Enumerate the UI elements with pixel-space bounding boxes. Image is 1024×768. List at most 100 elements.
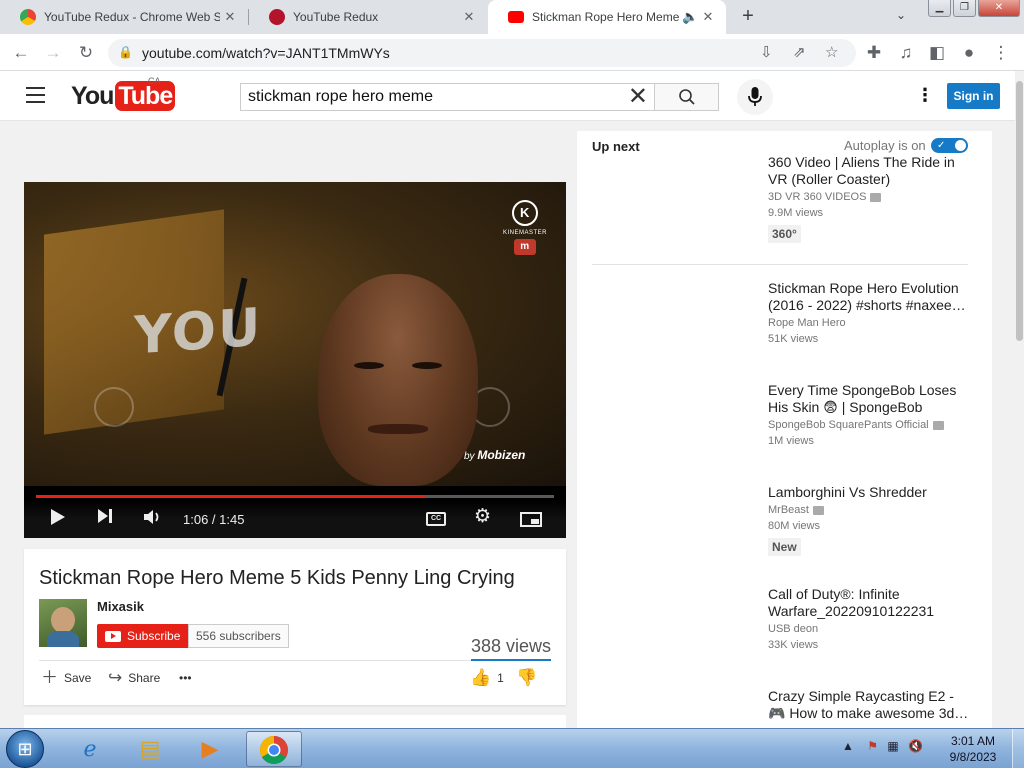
miniplayer-button[interactable]: [520, 512, 542, 527]
rec-views: 1M views: [768, 435, 814, 447]
rec-channel-name: Rope Man Hero: [768, 317, 846, 329]
back-arrow-icon[interactable]: ←: [10, 42, 32, 64]
hamburger-menu-icon[interactable]: [26, 87, 45, 103]
view-count: 388 views: [471, 636, 552, 656]
system-clock[interactable]: 3:01 AM 9/8/2023: [940, 733, 1006, 765]
sign-in-button[interactable]: Sign in: [947, 83, 1000, 109]
dislike-button[interactable]: 👎: [516, 669, 543, 686]
maximize-button[interactable]: ❐: [953, 0, 976, 17]
next-button[interactable]: [97, 508, 113, 530]
play-icon: [51, 509, 65, 525]
share-page-icon[interactable]: ⇗: [793, 43, 806, 61]
close-window-button[interactable]: ✕: [978, 0, 1020, 17]
face-eye: [412, 362, 442, 369]
rec-views: 51K views: [768, 333, 819, 345]
channel-avatar[interactable]: [39, 599, 87, 647]
toggle-knob: [955, 140, 966, 151]
bookmark-star-icon[interactable]: ☆: [825, 43, 838, 61]
tab-search-chevron-icon[interactable]: ⌄: [896, 8, 906, 22]
youtube-logo[interactable]: You Tube CA: [71, 76, 176, 112]
subtitles-button[interactable]: CC: [426, 512, 446, 526]
tab-youtube-redux-webstore[interactable]: YouTube Redux - Chrome Web St ✕: [0, 0, 248, 34]
settings-kebab-icon[interactable]: ⋮: [916, 86, 934, 104]
mobizen-prefix: by: [464, 451, 475, 462]
clear-search-icon[interactable]: ✕: [628, 84, 648, 110]
recommendation-item[interactable]: Crazy Simple Raycasting E2 - 🎮 How to ma…: [768, 688, 973, 722]
like-button[interactable]: 👍 1: [470, 669, 504, 686]
reload-icon[interactable]: ↻: [75, 42, 97, 64]
minimize-button[interactable]: ▁: [928, 0, 951, 17]
rec-channel-name: 3D VR 360 VIDEOS: [768, 191, 867, 203]
settings-gear-icon[interactable]: ⚙: [474, 507, 491, 527]
address-bar[interactable]: 🔒 youtube.com/watch?v=JANT1TMmWYs ⇩ ⇗ ☆: [108, 39, 856, 67]
tab-close-icon[interactable]: ✕: [459, 9, 479, 25]
show-hidden-icons-icon[interactable]: ▲: [842, 739, 854, 753]
chrome-logo-icon: [260, 736, 288, 764]
scrollbar-thumb[interactable]: [1016, 81, 1023, 341]
recommendation-item[interactable]: Every Time SpongeBob Loses His Skin 😨 | …: [768, 382, 973, 447]
youtube-header: You Tube CA stickman rope hero meme ✕ ⋮ …: [0, 71, 1024, 121]
more-actions-button[interactable]: •••: [179, 671, 192, 685]
rec-badge: New: [768, 538, 801, 556]
internet-explorer-icon[interactable]: ℯ: [62, 731, 118, 767]
rec-channel: Rope Man Hero: [768, 317, 973, 329]
video-frame[interactable]: YOU K KINEMASTER m by Mobizen: [24, 182, 566, 486]
network-icon[interactable]: ▦: [887, 739, 898, 753]
lock-icon[interactable]: 🔒: [118, 45, 133, 59]
tab-close-icon[interactable]: ✕: [698, 9, 718, 25]
rec-views: 33K views: [768, 639, 819, 651]
chrome-menu-icon[interactable]: ⋮: [990, 42, 1012, 64]
plus-icon: ＋: [41, 668, 58, 687]
show-desktop-button[interactable]: [1012, 729, 1024, 768]
player-controls: 1:06 / 1:45 CC ⚙: [24, 500, 566, 538]
file-explorer-icon[interactable]: ▤: [122, 731, 178, 767]
kinemaster-watermark: K KINEMASTER m: [498, 200, 552, 255]
save-button[interactable]: ＋ Save: [41, 668, 92, 687]
rec-title: 360 Video | Aliens The Ride in VR (Rolle…: [768, 154, 955, 187]
volume-muted-icon[interactable]: 🔇: [908, 739, 923, 753]
meme-face-overlay: [318, 274, 478, 486]
rec-views: 9.9M views: [768, 207, 824, 219]
new-tab-button[interactable]: +: [738, 6, 758, 26]
page-scrollbar[interactable]: [1015, 71, 1024, 728]
profile-avatar-icon[interactable]: ●: [958, 42, 980, 64]
action-center-icon[interactable]: ⚑: [867, 739, 878, 753]
autoplay-toggle[interactable]: ✓: [931, 138, 968, 153]
video-player[interactable]: YOU K KINEMASTER m by Mobizen 1:06 / 1:4…: [24, 182, 566, 538]
url-text[interactable]: youtube.com/watch?v=JANT1TMmWYs: [142, 45, 390, 61]
check-icon: ✓: [937, 140, 946, 151]
progress-bar[interactable]: [36, 495, 554, 498]
subscribe-button[interactable]: Subscribe: [97, 624, 189, 648]
recommendation-item[interactable]: Stickman Rope Hero Evolution (2016 - 202…: [768, 280, 973, 345]
media-control-icon[interactable]: ♫: [895, 42, 917, 64]
subscribe-label: Subscribe: [127, 629, 181, 643]
audio-playing-icon: 🔈: [682, 9, 699, 24]
search-button[interactable]: [654, 83, 719, 111]
start-button[interactable]: ⊞: [6, 730, 44, 768]
channel-name[interactable]: Mixasik: [97, 599, 144, 614]
youtube-play-icon: [105, 630, 121, 642]
save-label: Save: [64, 671, 92, 685]
install-app-icon[interactable]: ⇩: [760, 43, 773, 61]
voice-search-button[interactable]: [737, 79, 773, 115]
recommendation-item[interactable]: 360 Video | Aliens The Ride in VR (Rolle…: [768, 154, 973, 243]
chrome-taskbar-icon[interactable]: [246, 731, 302, 767]
kinemaster-logo-icon: K: [512, 200, 538, 226]
clock-time: 3:01 AM: [950, 734, 996, 748]
share-arrow-icon: ↪: [108, 668, 123, 687]
search-input[interactable]: stickman rope hero meme ✕: [240, 83, 654, 111]
forward-arrow-icon[interactable]: →: [42, 42, 64, 64]
side-panel-icon[interactable]: ◧: [926, 42, 948, 64]
recommendation-item[interactable]: Call of Duty®: Infinite Warfare_20220910…: [768, 586, 973, 651]
play-button[interactable]: [50, 508, 66, 532]
like-count: 1: [497, 671, 504, 685]
tab-stickman-video[interactable]: Stickman Rope Hero Meme 5 🔈 ✕: [488, 0, 726, 34]
recommendation-item[interactable]: Lamborghini Vs Shredder MrBeast 80M view…: [768, 484, 973, 556]
share-button[interactable]: ↪ Share: [108, 668, 160, 687]
tab-youtube-redux[interactable]: YouTube Redux ✕: [249, 0, 487, 34]
tab-close-icon[interactable]: ✕: [220, 9, 240, 25]
mute-button[interactable]: [143, 508, 163, 532]
video-title: Stickman Rope Hero Meme 5 Kids Penny Lin…: [39, 567, 515, 589]
media-player-icon[interactable]: ▶: [182, 731, 238, 767]
extensions-puzzle-icon[interactable]: ✚: [863, 42, 885, 64]
